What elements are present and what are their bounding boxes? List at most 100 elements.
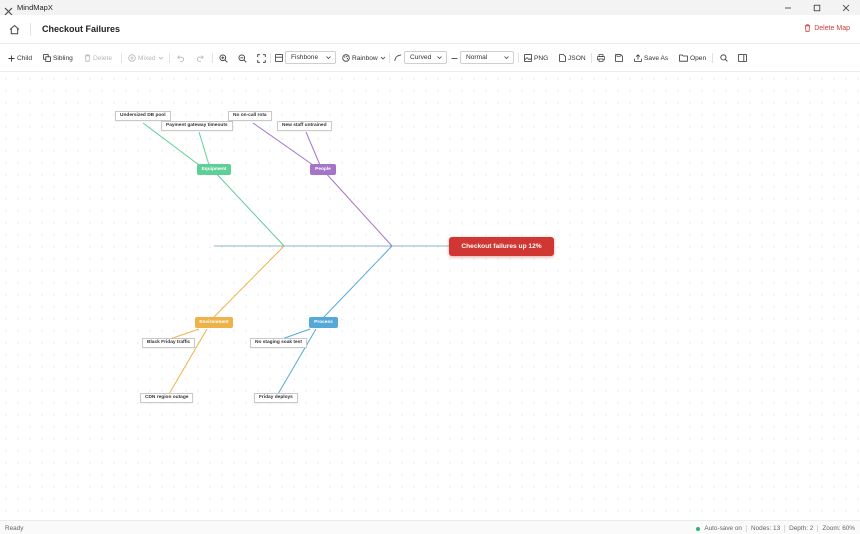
zoom-out-button[interactable]	[238, 52, 247, 64]
save-as-label: Save As	[644, 54, 669, 62]
palette-icon	[342, 54, 350, 62]
people-bone	[322, 169, 393, 247]
trash-icon	[84, 54, 91, 62]
print-button[interactable]	[597, 52, 605, 64]
search-button[interactable]	[720, 52, 728, 64]
mixed-label: Mixed	[138, 54, 156, 62]
line-weight-icon-wrap	[451, 52, 458, 64]
save-icon	[615, 54, 623, 62]
autosave-dot-icon	[696, 526, 701, 531]
category-node-people[interactable]: People	[310, 164, 336, 175]
save-as-button[interactable]: Save As	[634, 52, 668, 64]
upload-icon	[634, 54, 642, 62]
zoom-in-icon	[219, 53, 228, 63]
toolbar-separator	[169, 53, 170, 63]
autosave-status: Auto-save on	[704, 525, 742, 532]
layout-icon-wrap	[275, 52, 283, 64]
undo-icon	[177, 55, 184, 62]
printer-icon	[597, 54, 605, 62]
node-count: Nodes: 13	[751, 525, 781, 532]
line-style-select[interactable]: Curved	[404, 51, 447, 64]
cause-node[interactable]: No staging soak test	[250, 338, 307, 348]
category-node-equipment[interactable]: Equipment	[197, 164, 231, 175]
theme-dropdown-label: Rainbow	[352, 54, 378, 62]
people-twig	[305, 131, 321, 166]
export-png-label: PNG	[534, 54, 549, 62]
toolbar-separator	[712, 53, 713, 63]
header-divider	[30, 23, 31, 36]
cause-node[interactable]: No on-call rota	[228, 111, 272, 121]
maximize-button[interactable]	[802, 0, 831, 15]
chevron-down-icon	[158, 56, 163, 60]
save-button[interactable]	[615, 52, 623, 64]
spacing-select[interactable]: Normal	[460, 51, 514, 64]
fit-to-screen-button[interactable]	[257, 52, 266, 64]
status-text: Ready	[5, 525, 24, 532]
category-node-process[interactable]: Process	[309, 317, 338, 328]
app-header: Checkout Failures Delete Map	[0, 15, 860, 44]
close-window-button[interactable]	[831, 0, 860, 15]
toolbar-separator	[212, 53, 213, 63]
toolbar-separator	[518, 53, 519, 63]
zoom-level: Zoom: 60%	[822, 525, 855, 532]
export-png-button[interactable]: PNG	[524, 52, 548, 64]
export-json-button[interactable]: JSON	[559, 52, 586, 64]
chevron-down-icon	[380, 56, 385, 60]
toolbar: Child Sibling Delete Mixed Fishbone Rain…	[0, 44, 860, 72]
environment-bone	[212, 245, 285, 319]
theme-dropdown[interactable]: Rainbow	[342, 52, 386, 64]
equipment-bone	[212, 169, 285, 247]
depth-indicator: Depth: 2	[789, 525, 814, 532]
cause-node[interactable]: Undersized DB pool	[115, 111, 171, 121]
status-separator	[817, 525, 819, 532]
app-name: MindMapX	[17, 3, 53, 12]
equipment-twig	[198, 131, 210, 166]
minimize-button[interactable]	[773, 0, 802, 15]
cause-node[interactable]: Payment gateway timeouts	[161, 121, 233, 131]
redo-button[interactable]	[196, 52, 204, 64]
window-titlebar: MindMapX	[0, 0, 860, 16]
home-icon	[9, 24, 20, 35]
mixed-button[interactable]: Mixed	[128, 52, 164, 64]
delete-map-label: Delete Map	[814, 24, 850, 32]
undo-button[interactable]	[177, 52, 185, 64]
category-node-environment[interactable]: Environment	[195, 317, 233, 328]
curve-icon	[394, 54, 402, 62]
open-button[interactable]: Open	[679, 52, 706, 64]
layout-select[interactable]: Fishbone	[285, 51, 336, 64]
chevron-down-icon	[437, 56, 442, 60]
toggle-panel-button[interactable]	[738, 52, 747, 64]
delete-map-button[interactable]: Delete Map	[804, 24, 850, 32]
add-sibling-button[interactable]: Sibling	[43, 52, 73, 64]
root-node[interactable]: Checkout failures up 12%	[449, 237, 554, 256]
cause-node[interactable]: Friday deploys	[254, 393, 298, 403]
search-icon	[720, 54, 728, 62]
mindmap-canvas[interactable]: Undersized DB pool Payment gateway timeo…	[0, 73, 860, 520]
open-label: Open	[690, 54, 707, 62]
sibling-icon	[43, 54, 51, 62]
plus-circle-icon	[128, 54, 136, 62]
layout-icon	[275, 54, 283, 62]
line-style-select-value: Curved	[410, 54, 432, 61]
zoom-in-button[interactable]	[219, 52, 228, 64]
cause-node[interactable]: Black Friday traffic	[142, 338, 196, 348]
folder-icon	[679, 54, 688, 62]
zoom-out-icon	[238, 53, 247, 63]
home-button[interactable]	[8, 23, 21, 36]
line-style-icon-wrap	[394, 52, 402, 64]
cause-node[interactable]: New staff untrained	[277, 121, 332, 131]
chevron-down-icon	[504, 56, 509, 60]
cause-node[interactable]: CDN region outage	[140, 393, 194, 403]
delete-node-button[interactable]: Delete	[84, 52, 112, 64]
status-separator	[746, 525, 747, 532]
layout-select-value: Fishbone	[291, 54, 319, 61]
status-separator	[784, 525, 786, 532]
side-panel-icon	[738, 54, 747, 62]
add-child-button[interactable]: Child	[8, 52, 32, 64]
plus-icon	[8, 55, 15, 61]
export-json-label: JSON	[568, 54, 586, 62]
status-bar: Ready Auto-save on Nodes: 13 Depth: 2 Zo…	[0, 520, 860, 534]
fishbone-connectors	[142, 122, 449, 395]
trash-icon	[805, 24, 811, 32]
image-icon	[524, 54, 532, 62]
